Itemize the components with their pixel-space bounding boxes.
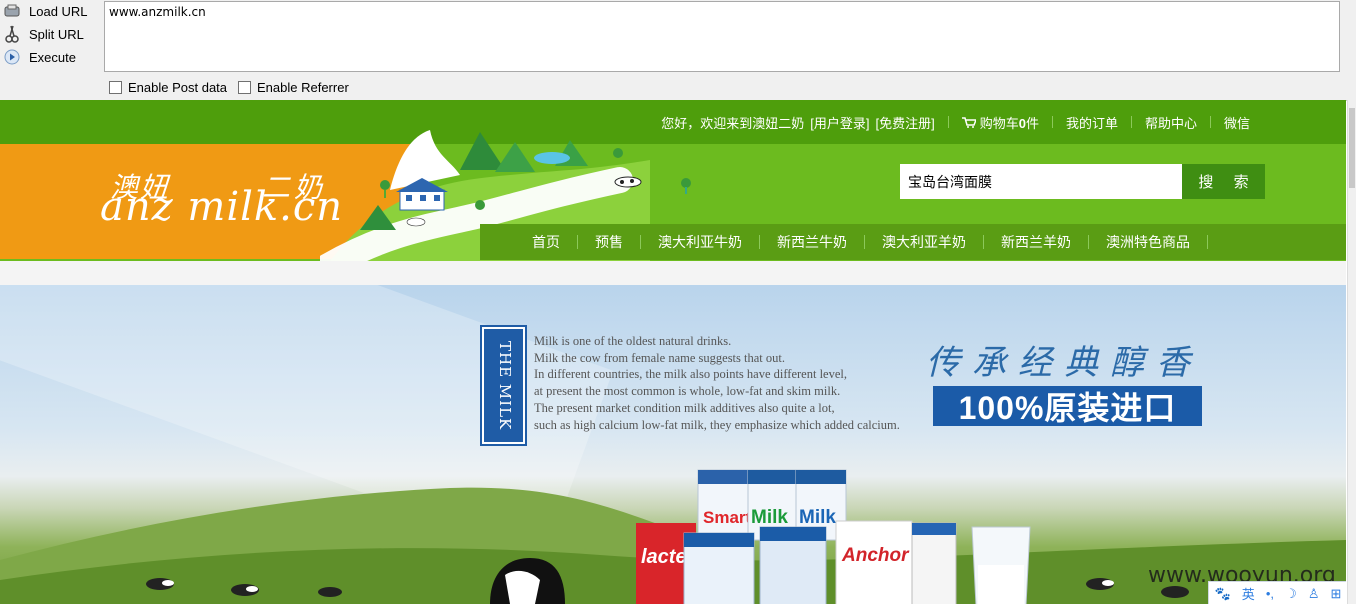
divider bbox=[983, 235, 984, 249]
grid-icon[interactable]: ⊞ bbox=[1331, 586, 1342, 602]
site-topbar: 您好，欢迎来到澳妞二奶 [用户登录] [免费注册] 购物车0件 我的订单 帮助中… bbox=[0, 100, 1346, 144]
logo-en: anz milk.cn bbox=[100, 184, 344, 230]
search-button[interactable]: 搜 索 bbox=[1182, 164, 1265, 199]
nav-item-au-milk[interactable]: 澳大利亚牛奶 bbox=[658, 232, 777, 252]
hero-banner[interactable]: THE MILK Milk is one of the oldest natur… bbox=[0, 285, 1346, 604]
ime-toolbar[interactable]: 🐾 英 •, ☽ ♙ ⊞ bbox=[1208, 581, 1346, 604]
cart-link[interactable]: 购物车0件 bbox=[961, 113, 1039, 132]
divider bbox=[1051, 116, 1053, 128]
divider bbox=[1088, 235, 1089, 249]
moon-icon[interactable]: ☽ bbox=[1285, 586, 1297, 602]
product-brand: Smart bbox=[703, 508, 752, 527]
nav-label: 预售 bbox=[595, 234, 623, 250]
milk-line: Milk is one of the oldest natural drinks… bbox=[534, 334, 732, 348]
user-icon[interactable]: ♙ bbox=[1308, 586, 1320, 602]
divider bbox=[1130, 116, 1132, 128]
register-link[interactable]: [免费注册] bbox=[875, 113, 934, 132]
main-nav: 首页 预售 澳大利亚牛奶 新西兰牛奶 澳大利亚羊奶 新西兰羊奶 澳洲特色商品 bbox=[480, 224, 1346, 260]
load-url-icon bbox=[3, 2, 21, 20]
top-nav: 您好，欢迎来到澳妞二奶 [用户登录] [免费注册] 购物车0件 我的订单 帮助中… bbox=[661, 100, 1250, 144]
execute-label: Execute bbox=[29, 49, 76, 65]
nav-label: 澳大利亚羊奶 bbox=[882, 234, 966, 250]
page-scrollbar[interactable] bbox=[1347, 100, 1356, 604]
cart-count: 0 bbox=[1018, 115, 1026, 131]
load-url-button[interactable]: Load URL bbox=[0, 0, 96, 22]
banner-slogan: 传承经典醇香 bbox=[926, 343, 1202, 383]
cow-decoration bbox=[614, 176, 691, 194]
cart-unit: 件 bbox=[1025, 115, 1039, 131]
header-divider bbox=[0, 261, 1346, 285]
checkbox-box[interactable] bbox=[238, 81, 251, 94]
nav-item-home[interactable]: 首页 bbox=[532, 232, 595, 252]
divider bbox=[1207, 235, 1208, 249]
checkbox-box[interactable] bbox=[109, 81, 122, 94]
split-url-label: Split URL bbox=[29, 26, 84, 42]
scissors-icon bbox=[3, 25, 21, 43]
welcome-text: 您好，欢迎来到澳妞二奶 bbox=[661, 115, 805, 131]
milk-line: The present market condition milk additi… bbox=[534, 400, 835, 415]
product-brand: Milk bbox=[799, 507, 836, 528]
scrollbar-thumb[interactable] bbox=[1349, 108, 1355, 188]
url-textarea[interactable]: www.anzmilk.cn bbox=[104, 1, 1340, 72]
enable-post-checkbox[interactable]: Enable Post data bbox=[109, 80, 227, 95]
help-link[interactable]: 帮助中心 bbox=[1145, 113, 1197, 132]
comma-icon[interactable]: •, bbox=[1266, 586, 1274, 601]
split-url-button[interactable]: Split URL bbox=[0, 23, 96, 45]
hackbar-toolbar: Load URL Split URL Execute www.anzmilk.c… bbox=[0, 0, 1356, 101]
cart-label: 购物车 bbox=[979, 115, 1019, 131]
login-link[interactable]: [用户登录] bbox=[810, 113, 869, 132]
nav-item-presale[interactable]: 预售 bbox=[595, 232, 658, 252]
nav-label: 澳大利亚牛奶 bbox=[658, 234, 742, 250]
divider bbox=[947, 116, 949, 128]
orders-link[interactable]: 我的订单 bbox=[1066, 113, 1118, 132]
nav-item-nz-goat-milk[interactable]: 新西兰羊奶 bbox=[1001, 232, 1106, 252]
milk-line: at present the most common is whole, low… bbox=[534, 384, 841, 399]
divider bbox=[640, 235, 641, 249]
divider bbox=[759, 235, 760, 249]
milk-line: In different countries, the milk also po… bbox=[534, 367, 847, 382]
milk-line: Milk the cow from female name suggests t… bbox=[534, 350, 785, 365]
play-icon bbox=[3, 48, 21, 66]
load-url-label: Load URL bbox=[29, 3, 88, 19]
nav-item-au-goat-milk[interactable]: 澳大利亚羊奶 bbox=[882, 232, 1001, 252]
paw-icon[interactable]: 🐾 bbox=[1215, 586, 1231, 602]
imported-badge: 100%原装进口 bbox=[933, 386, 1202, 426]
divider bbox=[864, 235, 865, 249]
nav-label: 澳洲特色商品 bbox=[1106, 234, 1190, 250]
execute-button[interactable]: Execute bbox=[0, 46, 96, 68]
wechat-link[interactable]: 微信 bbox=[1224, 113, 1250, 132]
the-milk-badge: THE MILK bbox=[480, 325, 527, 446]
ime-lang[interactable]: 英 bbox=[1242, 584, 1255, 603]
nav-label: 新西兰牛奶 bbox=[777, 234, 847, 250]
milk-description: Milk is one of the oldest natural drinks… bbox=[534, 333, 900, 433]
divider bbox=[577, 235, 578, 249]
enable-post-label: Enable Post data bbox=[128, 80, 228, 95]
product-brand: Milk bbox=[751, 507, 788, 528]
search-input[interactable]: 宝岛台湾面膜 bbox=[900, 164, 1182, 199]
nav-item-au-specialty[interactable]: 澳洲特色商品 bbox=[1106, 232, 1225, 252]
nav-item-nz-milk[interactable]: 新西兰牛奶 bbox=[777, 232, 882, 252]
milk-line: such as high calcium low-fat milk, they … bbox=[534, 417, 900, 432]
divider bbox=[1209, 116, 1211, 128]
nav-label: 首页 bbox=[532, 234, 560, 250]
enable-referrer-label: Enable Referrer bbox=[257, 80, 349, 95]
product-brand: Anchor bbox=[841, 545, 910, 566]
milk-products-image: Smart Milk Milk lacte Anchor bbox=[636, 469, 1031, 604]
product-brand: lacte bbox=[641, 546, 687, 568]
nav-label: 新西兰羊奶 bbox=[1001, 234, 1071, 250]
cart-icon bbox=[961, 116, 977, 131]
enable-referrer-checkbox[interactable]: Enable Referrer bbox=[238, 80, 349, 95]
